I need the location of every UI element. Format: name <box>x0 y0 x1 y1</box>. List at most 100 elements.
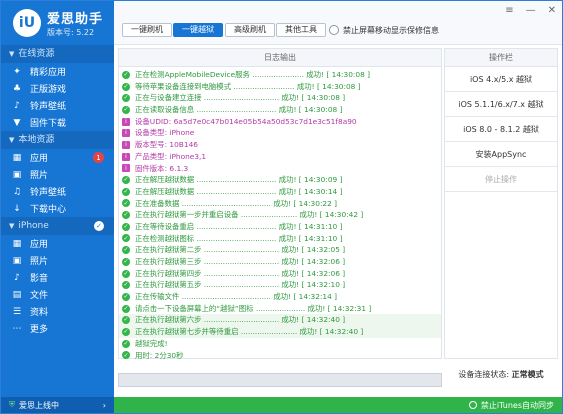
sidebar-item-ringtone[interactable]: ♪ 铃声壁纸 <box>1 97 114 114</box>
success-check-icon: ✓ <box>122 281 130 290</box>
sidebar-item-info[interactable]: ☰ 资料 <box>1 303 114 320</box>
update-count-badge: 1 <box>93 152 104 163</box>
close-icon[interactable]: ✕ <box>548 5 556 16</box>
ringtone-icon: ♪ <box>14 100 20 111</box>
sidebar-item-device-photos[interactable]: ▣ 照片 <box>1 252 114 269</box>
log-line: ✓ 正在准备数据 ................................… <box>119 198 441 210</box>
sidebar: iU 爱思助手 版本号: 5.22 ▼ 在线资源 ✦ 精彩应用 ♣ 正版游戏 ♪ 铃声壁纸 ▼ 固… <box>1 1 114 413</box>
success-check-icon: ✓ <box>122 222 130 231</box>
log-header: 日志输出 <box>119 49 441 67</box>
brand: iU 爱思助手 版本号: 5.22 <box>1 1 114 45</box>
photos-icon: ▣ <box>12 169 22 180</box>
success-check-icon: ✓ <box>122 199 130 208</box>
log-line: ✓ 越狱完成! <box>119 338 441 350</box>
sidebar-footer-label: 爱思上线中 <box>19 400 59 410</box>
toolbar: 一键刷机 一键越狱 高级刷机 其他工具 禁止屏幕移动显示保修信息 ≡ — ✕ <box>114 1 562 45</box>
success-check-icon: ✓ <box>122 211 130 220</box>
ringtone-wallpaper-icon: ♫ <box>12 186 22 197</box>
sidebar-item-label: 资料 <box>30 308 49 318</box>
menu-icon[interactable]: ≡ <box>505 5 513 16</box>
flash-button[interactable]: 一键刷机 <box>122 23 172 37</box>
sidebar-item-apps[interactable]: ✦ 精彩应用 <box>1 63 114 80</box>
log-line: ✓ 正在执行越狱第四步 .............................… <box>119 268 441 280</box>
log-line-text: 用时: 2分30秒 <box>135 350 184 360</box>
sidebar-item-ringtone-wallpaper[interactable]: ♫ 铃声壁纸 <box>1 183 114 200</box>
device-photos-icon: ▣ <box>12 255 22 266</box>
success-check-icon: ✓ <box>122 105 130 114</box>
log-line-text: 正在传输文件 .................................… <box>135 292 338 302</box>
success-check-icon: ✓ <box>122 269 130 278</box>
operation-button-0[interactable]: iOS 4.x/5.x 越狱 <box>445 67 557 92</box>
sidebar-section-2[interactable]: ▼ iPhone ✓ <box>1 217 114 235</box>
jailbreak-button[interactable]: 一键越狱 <box>173 23 223 37</box>
log-line: ✓ 正在读取设备信息 ..............................… <box>119 104 441 116</box>
sidebar-section-0[interactable]: ▼ 在线资源 <box>1 45 114 63</box>
log-line: ✓ 正在执行越狱第七步并等待重启 ........................… <box>119 326 441 338</box>
log-line-text: 设备类型: iPhone <box>135 128 195 138</box>
log-line-text: 正在解压越狱数据 ...............................… <box>135 175 343 185</box>
sidebar-item-games[interactable]: ♣ 正版游戏 <box>1 80 114 97</box>
window-controls: ≡ — ✕ <box>505 5 556 16</box>
sidebar-item-local-apps[interactable]: ▦ 应用 1 <box>1 149 114 166</box>
log-line-text: 设备UDID: 6a5d7e0c47b014e05b54a50d53c7d1e3… <box>135 116 357 126</box>
log-line: ✓ 正在检测AppleMobileDevice服务 ...............… <box>119 69 441 81</box>
sidebar-item-music[interactable]: ♪ 影音 <box>1 269 114 286</box>
success-check-icon: ✓ <box>122 327 130 336</box>
info-icon: i <box>122 152 130 161</box>
log-line: ✓ 正在执行越狱第三步 .............................… <box>119 256 441 268</box>
brand-text: 爱思助手 版本号: 5.22 <box>47 8 103 38</box>
sidebar-footer[interactable]: ⛨ 爱思上线中 › <box>1 397 114 413</box>
sidebar-item-label: 文件 <box>30 291 49 301</box>
itunes-sync-label[interactable]: 禁止iTunes自动同步 <box>481 400 554 411</box>
minimize-icon[interactable]: — <box>526 5 536 16</box>
sidebar-item-label: 更多 <box>30 325 49 335</box>
log-line: ✓ 正在检测越狱图标 ..............................… <box>119 233 441 245</box>
log-line: ✓ 正在执行越狱第一步并重启设备 ........................… <box>119 209 441 221</box>
log-line-text: 固件版本: 6.1.3 <box>135 163 189 173</box>
sync-toggle-icon[interactable] <box>468 401 477 409</box>
log-line: ✓ 正在执行越狱第五步 .............................… <box>119 279 441 291</box>
operation-panel-header: 操作栏 <box>445 49 557 67</box>
log-line-text: 版本型号: 10B146 <box>135 140 198 150</box>
info-icon: i <box>122 164 130 173</box>
log-line: ✓ 等待苹果设备连接到电脑模式 .........................… <box>119 81 441 93</box>
log-line-text: 正在执行越狱第五步 ..............................… <box>135 280 346 290</box>
log-line-text: 正在读取设备信息 ...............................… <box>135 105 343 115</box>
success-check-icon: ✓ <box>122 292 130 301</box>
sidebar-item-label: 应用 <box>30 240 49 250</box>
sidebar-item-photos[interactable]: ▣ 照片 <box>1 166 114 183</box>
collapse-caret-icon: ▼ <box>9 136 15 144</box>
sidebar-section-1[interactable]: ▼ 本地资源 <box>1 131 114 149</box>
log-line: ✓ 正在传输文件 ................................… <box>119 291 441 303</box>
success-check-icon: ✓ <box>122 339 130 348</box>
sidebar-item-files[interactable]: ▤ 文件 <box>1 286 114 303</box>
sidebar-item-download-center[interactable]: ↓ 下载中心 <box>1 200 114 217</box>
log-line-text: 正在等待设备重启 ...............................… <box>135 221 343 231</box>
operation-buttons: iOS 4.x/5.x 越狱 iOS 5.1.1/6.x/7.x 越狱 iOS 8.… <box>445 67 557 192</box>
log-line-text: 正在与设备建立连接 ..............................… <box>135 93 346 103</box>
sidebar-item-more[interactable]: ⋯ 更多 <box>1 320 114 337</box>
success-check-icon: ✓ <box>122 257 130 266</box>
info-icon: i <box>122 140 130 149</box>
log-line-text: 请点击一下设备屏幕上的“越狱”图标 ..................... … <box>135 303 372 313</box>
advanced-flash-button[interactable]: 高级刷机 <box>225 23 275 37</box>
operation-button-3[interactable]: 安装AppSync <box>445 142 557 167</box>
other-tools-button[interactable]: 其他工具 <box>276 23 326 37</box>
log-line: i 设备UDID: 6a5d7e0c47b014e05b54a50d53c7d1e… <box>119 116 441 128</box>
sidebar-item-label: 正版游戏 <box>30 85 67 95</box>
sidebar-item-label: 影音 <box>30 274 49 284</box>
log-lines[interactable]: ✓ 正在检测AppleMobileDevice服务 ...............… <box>119 67 441 361</box>
success-check-icon: ✓ <box>122 187 130 196</box>
operation-button-4[interactable]: 停止操作 <box>445 167 557 192</box>
warranty-radio[interactable] <box>329 25 339 35</box>
success-check-icon: ✓ <box>122 82 130 91</box>
sidebar-item-device-apps[interactable]: ▦ 应用 <box>1 235 114 252</box>
log-line-text: 正在执行越狱第三步 ..............................… <box>135 257 346 266</box>
operation-button-2[interactable]: iOS 8.0 - 8.1.2 越狱 <box>445 117 557 142</box>
sidebar-section-label: 在线资源 <box>18 49 55 59</box>
connection-status-label: 设备连接状态: <box>458 370 510 379</box>
sidebar-item-download[interactable]: ▼ 固件下载 <box>1 114 114 131</box>
info-icon: i <box>122 129 130 138</box>
log-line-text: 正在准备数据 .................................… <box>135 198 338 208</box>
operation-button-1[interactable]: iOS 5.1.1/6.x/7.x 越狱 <box>445 92 557 117</box>
